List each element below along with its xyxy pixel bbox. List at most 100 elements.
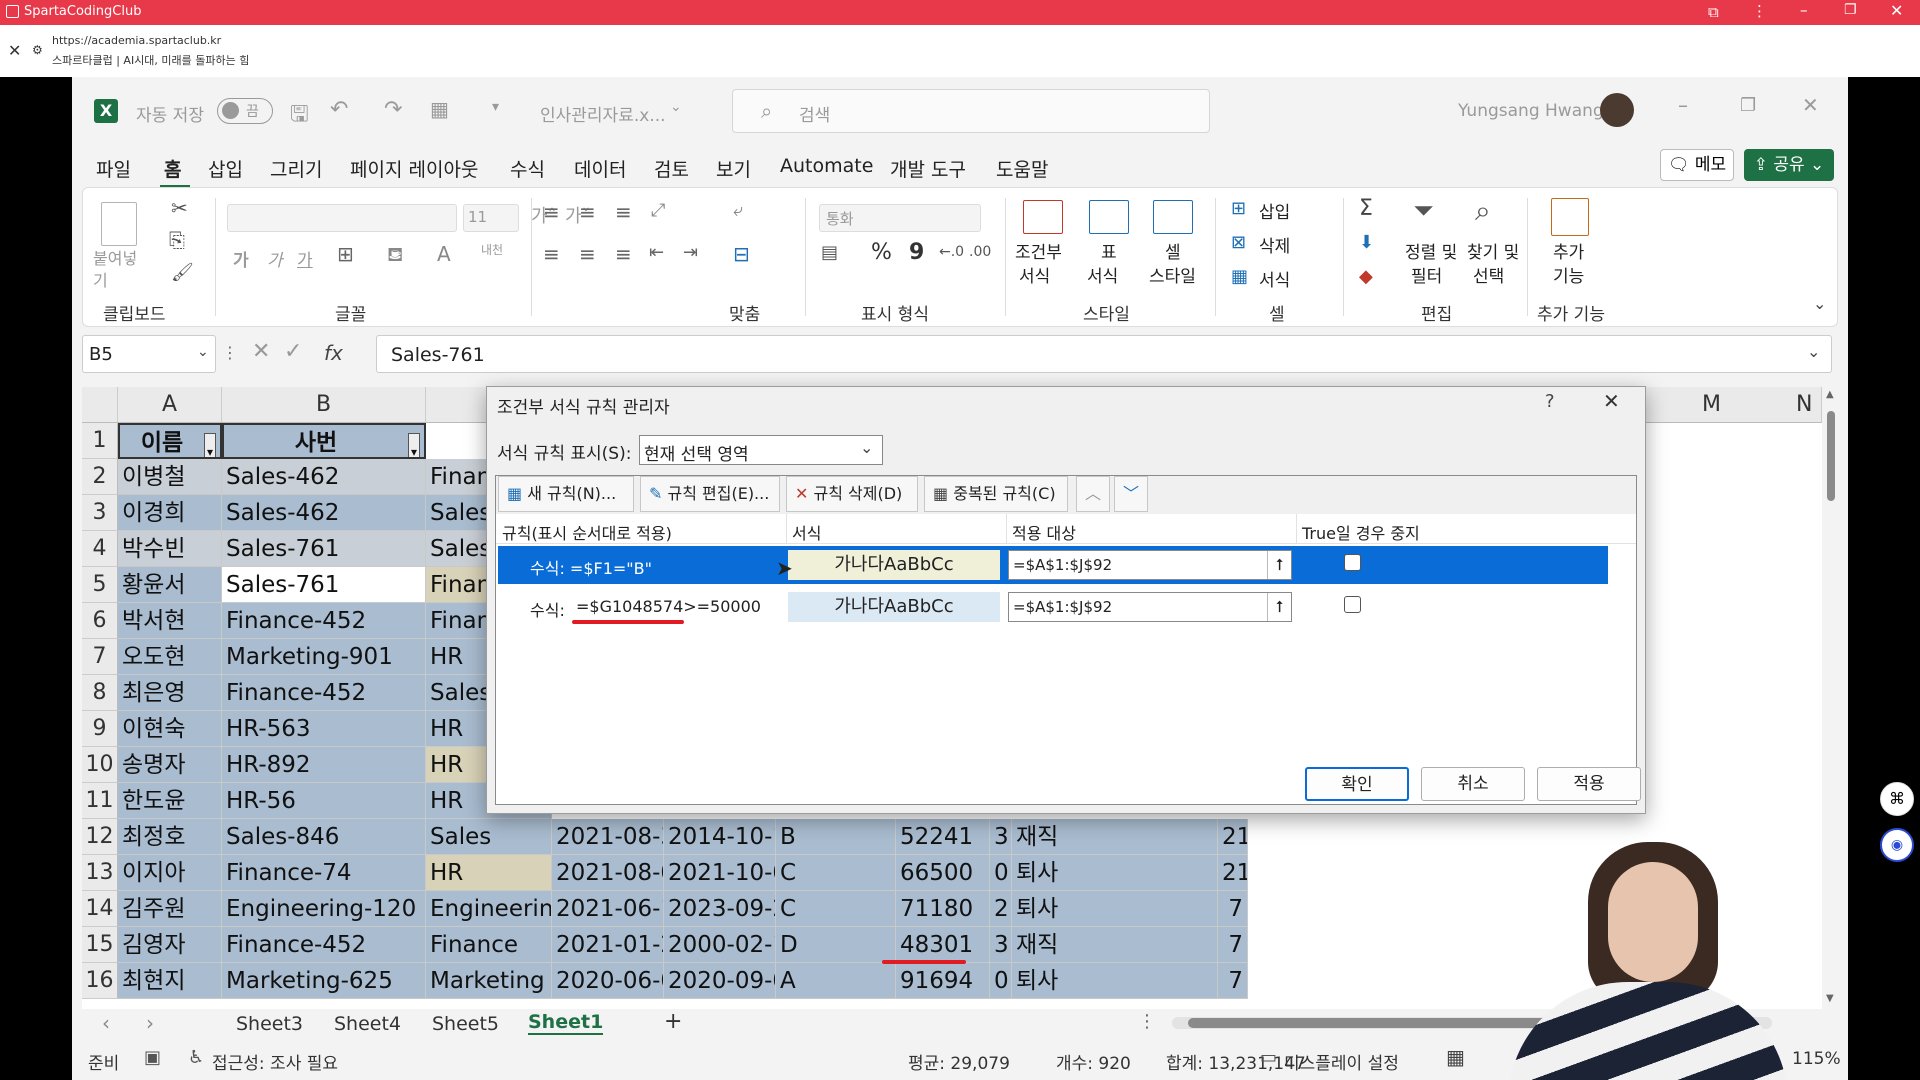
autosave-toggle[interactable]: 끔 (217, 98, 273, 124)
decrease-indent-icon[interactable]: ⇤ (649, 242, 664, 263)
next-sheet-icon[interactable]: › (146, 1011, 154, 1035)
row-header[interactable]: 4 (82, 531, 118, 567)
row-header[interactable]: 7 (82, 639, 118, 675)
format-cells-label[interactable]: 서식 (1259, 266, 1290, 291)
italic-button[interactable]: 가 (267, 246, 283, 271)
vertical-scrollbar[interactable]: ▲ ▼ (1824, 389, 1838, 1009)
cell-c[interactable]: HR (426, 855, 552, 891)
fill-color-icon[interactable]: ⛾ (387, 242, 403, 269)
cell-e[interactable]: 2000-02-18 (664, 927, 776, 963)
move-down-button[interactable]: ﹀ (1114, 476, 1148, 512)
cell-style-line2[interactable]: 스타일 (1149, 262, 1196, 287)
sort-filter-line1[interactable]: 정렬 및 (1405, 238, 1457, 263)
paste-label[interactable]: 붙여넣기 (93, 248, 149, 292)
cell-i[interactable]: 재직 (1012, 819, 1218, 855)
cell-a[interactable]: 한도윤 (118, 783, 222, 819)
extension-icon[interactable]: ⧉ (1708, 3, 1719, 21)
cell-c[interactable]: Finance (426, 927, 552, 963)
find-select-icon[interactable]: ⌕ (1475, 194, 1491, 228)
duplicate-rule-button[interactable]: ▦ 중복된 규칙(C) (924, 476, 1068, 512)
stop-if-true-checkbox[interactable] (1344, 554, 1361, 571)
cell-b[interactable]: Sales-462 (222, 495, 426, 531)
save-icon[interactable]: 🖫 (290, 97, 309, 135)
close-tab-icon[interactable]: ✕ (8, 41, 21, 60)
cell-i[interactable]: 퇴사 (1012, 963, 1218, 999)
tab-automate[interactable]: Automate (780, 155, 873, 177)
user-name[interactable]: Yungsang Hwang (1458, 101, 1604, 121)
site-settings-icon[interactable]: ⚙ (32, 43, 43, 57)
table-quick-icon[interactable]: ▦ (430, 97, 449, 121)
cell-a[interactable]: 최현지 (118, 963, 222, 999)
accessibility-status[interactable]: 접근성: 조사 필요 (212, 1049, 338, 1074)
header-cell-id[interactable]: 사번 ▾ (222, 423, 426, 459)
minimize-icon[interactable]: – (1800, 1, 1808, 19)
scroll-up-icon[interactable]: ▲ (1826, 389, 1834, 400)
cell-a[interactable]: 최정호 (118, 819, 222, 855)
tab-data[interactable]: 데이터 (574, 155, 626, 182)
tab-draw[interactable]: 그리기 (270, 155, 322, 182)
cell-a[interactable]: 김주원 (118, 891, 222, 927)
row-header[interactable]: 12 (82, 819, 118, 855)
filter-icon[interactable]: ▾ (407, 433, 420, 457)
row-header[interactable]: 5 (82, 567, 118, 603)
find-select-line2[interactable]: 선택 (1473, 262, 1504, 287)
cell-a[interactable]: 박수빈 (118, 531, 222, 567)
expand-formula-icon[interactable]: ⌄ (1807, 342, 1820, 361)
row-header[interactable]: 2 (82, 459, 118, 495)
comma-button[interactable]: 9 (909, 240, 924, 265)
url-text[interactable]: https://academia.spartaclub.kr (52, 34, 221, 47)
display-settings[interactable]: 디스플레이 설정 (1284, 1049, 1399, 1074)
cell-e[interactable]: 2023-09-25 (664, 891, 776, 927)
cell-d[interactable]: 2021-06-18 (552, 891, 664, 927)
minimize-icon[interactable]: – (1678, 93, 1688, 117)
grid-tool-icon[interactable]: ⌘ (1880, 782, 1914, 816)
tab-insert[interactable]: 삽입 (208, 155, 243, 182)
cell-j[interactable]: 7 (1218, 891, 1248, 927)
delete-rule-button[interactable]: ✕ 규칙 삭제(D) (786, 476, 918, 512)
cell-g[interactable]: 71180 (896, 891, 990, 927)
cell-b[interactable]: HR-892 (222, 747, 426, 783)
column-header-a[interactable]: A (118, 387, 222, 423)
find-select-line1[interactable]: 찾기 및 (1467, 238, 1519, 263)
cell-a[interactable]: 이현숙 (118, 711, 222, 747)
cell-b[interactable]: Sales-462 (222, 459, 426, 495)
font-color-icon[interactable]: A (437, 242, 451, 266)
share-button[interactable]: ⇪ 공유 ⌄ (1744, 149, 1834, 181)
cell-h[interactable]: 2 (990, 891, 1012, 927)
cell-a[interactable]: 박서현 (118, 603, 222, 639)
cell-h[interactable]: 3 (990, 927, 1012, 963)
cell-b[interactable]: HR-563 (222, 711, 426, 747)
row-header[interactable]: 1 (82, 423, 118, 459)
decrease-decimal-icon[interactable]: .00 (969, 244, 991, 260)
cancel-button[interactable]: 취소 (1421, 767, 1525, 801)
cell-a[interactable]: 송명자 (118, 747, 222, 783)
cell-a[interactable]: 김영자 (118, 927, 222, 963)
cell-h[interactable]: 3 (990, 819, 1012, 855)
more-icon[interactable]: ⋮ (1138, 1011, 1156, 1032)
row-header[interactable]: 13 (82, 855, 118, 891)
tab-help[interactable]: 도움말 (996, 155, 1048, 182)
cell-a[interactable]: 이지아 (118, 855, 222, 891)
cell-b[interactable]: Finance-452 (222, 927, 426, 963)
cell-i[interactable]: 재직 (1012, 927, 1218, 963)
cell-d[interactable]: 2021-01-27 (552, 927, 664, 963)
cell-b[interactable]: Engineering-120 (222, 891, 426, 927)
cell-f[interactable]: D (776, 927, 896, 963)
add-ins-icon[interactable] (1551, 198, 1589, 236)
number-format-box[interactable]: 통화 (819, 204, 981, 232)
insert-cells-icon[interactable]: ⊞ (1231, 198, 1246, 219)
show-rules-select[interactable]: 현재 선택 영역 ⌄ (639, 435, 883, 465)
underline-button[interactable]: 가 (297, 246, 313, 271)
new-rule-button[interactable]: ▦ 새 규칙(N)... (498, 476, 634, 512)
header-cell-name[interactable]: 이름 ▾ (118, 423, 222, 459)
normal-view-icon[interactable]: ▦ (1446, 1045, 1465, 1069)
cond-format-line2[interactable]: 서식 (1019, 262, 1050, 287)
tab-developer[interactable]: 개발 도구 (890, 155, 966, 182)
cell-j[interactable]: 21 (1218, 855, 1248, 891)
font-size-box[interactable]: 11 (463, 204, 519, 232)
tab-page-layout[interactable]: 페이지 레이아웃 (350, 155, 478, 182)
range-select-icon[interactable]: ⭡ (1267, 593, 1291, 621)
delete-cells-icon[interactable]: ⊠ (1231, 232, 1246, 253)
sheet-tab[interactable]: Sheet5 (432, 1013, 499, 1035)
sheet-tab[interactable]: Sheet3 (236, 1013, 303, 1035)
